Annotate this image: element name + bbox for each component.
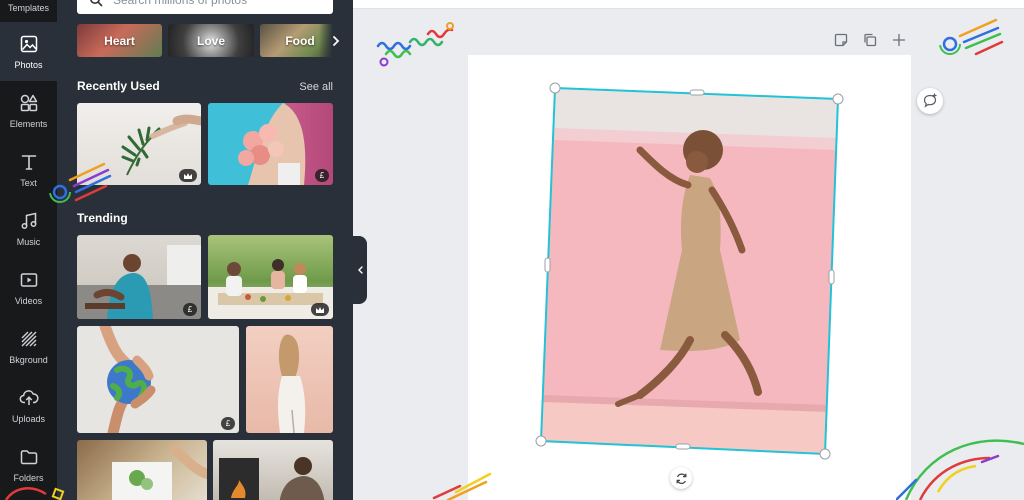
- paid-badge: £: [183, 303, 197, 316]
- premium-badge: [311, 303, 329, 316]
- decorative-squiggle: [376, 22, 454, 67]
- rail-item-elements[interactable]: Elements: [0, 81, 57, 140]
- chips-scroll-next-button[interactable]: [319, 24, 353, 57]
- photo-search-input[interactable]: [113, 0, 313, 7]
- rail-item-templates[interactable]: Templates: [0, 0, 57, 22]
- background-pattern-icon: [21, 331, 36, 346]
- rotate-icon: [676, 472, 686, 484]
- paid-badge: £: [221, 417, 235, 430]
- rail-label-background: Bkground: [9, 354, 48, 365]
- photo-icon: [20, 35, 37, 52]
- design-page[interactable]: [468, 55, 911, 500]
- photo-thumbnail[interactable]: [77, 103, 201, 185]
- chip-label-love: Love: [196, 33, 225, 48]
- premium-badge: [179, 169, 197, 182]
- chip-label-heart: Heart: [104, 33, 135, 48]
- woman-back-view-image: [278, 334, 306, 433]
- chevron-left-icon: [358, 266, 363, 274]
- decorative-confetti: [939, 18, 1004, 56]
- cloud-upload-icon: [19, 389, 39, 405]
- plus-icon: [892, 33, 906, 47]
- photo-search-box[interactable]: [77, 0, 333, 14]
- photo-thumbnail[interactable]: [208, 235, 333, 319]
- recently-used-heading: Recently Used: [77, 79, 160, 93]
- rail-item-videos[interactable]: Videos: [0, 258, 57, 317]
- rotate-handle[interactable]: [670, 467, 692, 489]
- rail-label-text: Text: [20, 177, 37, 188]
- rail-label-videos: Videos: [14, 295, 43, 306]
- fireplace-reading-image: [219, 457, 325, 500]
- photo-thumbnail[interactable]: £: [77, 326, 239, 433]
- collapse-panel-button[interactable]: [353, 236, 367, 304]
- photo-thumbnail[interactable]: £: [77, 235, 201, 319]
- rail-item-background[interactable]: Bkground: [0, 317, 57, 376]
- rail-item-text[interactable]: Text: [0, 140, 57, 199]
- trending-heading: Trending: [77, 211, 128, 225]
- rail-label-templates: Templates: [7, 3, 50, 13]
- music-note-icon: [21, 212, 36, 229]
- photos-panel: Heart Love Food Recently Used See all £ …: [57, 0, 353, 500]
- rail-item-music[interactable]: Music: [0, 199, 57, 258]
- photo-thumbnail[interactable]: [77, 440, 207, 500]
- photo-thumbnail[interactable]: [213, 440, 333, 500]
- rail-label-uploads: Uploads: [11, 413, 46, 424]
- chip-heart[interactable]: Heart: [77, 24, 162, 57]
- crown-icon: [316, 306, 324, 313]
- rail-label-photos: Photos: [14, 59, 43, 70]
- sticky-note-icon: [834, 33, 848, 47]
- chip-label-food: Food: [285, 33, 315, 48]
- see-all-link[interactable]: See all: [299, 81, 333, 93]
- rail-item-folders[interactable]: Folders: [0, 435, 57, 494]
- text-icon: [21, 154, 36, 170]
- decorative-rainbow-arc: [896, 439, 1024, 500]
- search-icon: [90, 0, 103, 7]
- paid-badge: £: [315, 169, 329, 182]
- add-comment-button[interactable]: [917, 88, 943, 114]
- add-page-button[interactable]: [890, 31, 908, 49]
- photo-thumbnail[interactable]: £: [208, 103, 333, 185]
- rail-label-folders: Folders: [13, 472, 44, 483]
- video-icon: [20, 272, 37, 287]
- hands-holding-globe-image: [99, 326, 156, 433]
- chip-love[interactable]: Love: [168, 24, 254, 57]
- flower-bouquet-image: [238, 103, 306, 185]
- comment-add-icon: [923, 93, 937, 108]
- rail-item-uploads[interactable]: Uploads: [0, 376, 57, 435]
- shapes-icon: [20, 94, 37, 111]
- chevron-right-icon: [333, 35, 340, 46]
- sink-vegetables-image: [112, 445, 207, 500]
- crown-icon: [184, 172, 192, 179]
- editor-toolbar: [353, 0, 1024, 8]
- copy-icon: [864, 33, 877, 47]
- rail-label-music: Music: [16, 236, 41, 247]
- duplicate-page-button[interactable]: [861, 31, 879, 49]
- folder-icon: [20, 449, 37, 464]
- rail-item-photos[interactable]: Photos: [0, 22, 57, 81]
- photo-thumbnail[interactable]: [246, 326, 333, 433]
- add-note-button[interactable]: [832, 31, 850, 49]
- left-nav-rail: Templates Photos Elements Text Music Vid…: [0, 0, 57, 500]
- rail-label-elements: Elements: [9, 118, 48, 129]
